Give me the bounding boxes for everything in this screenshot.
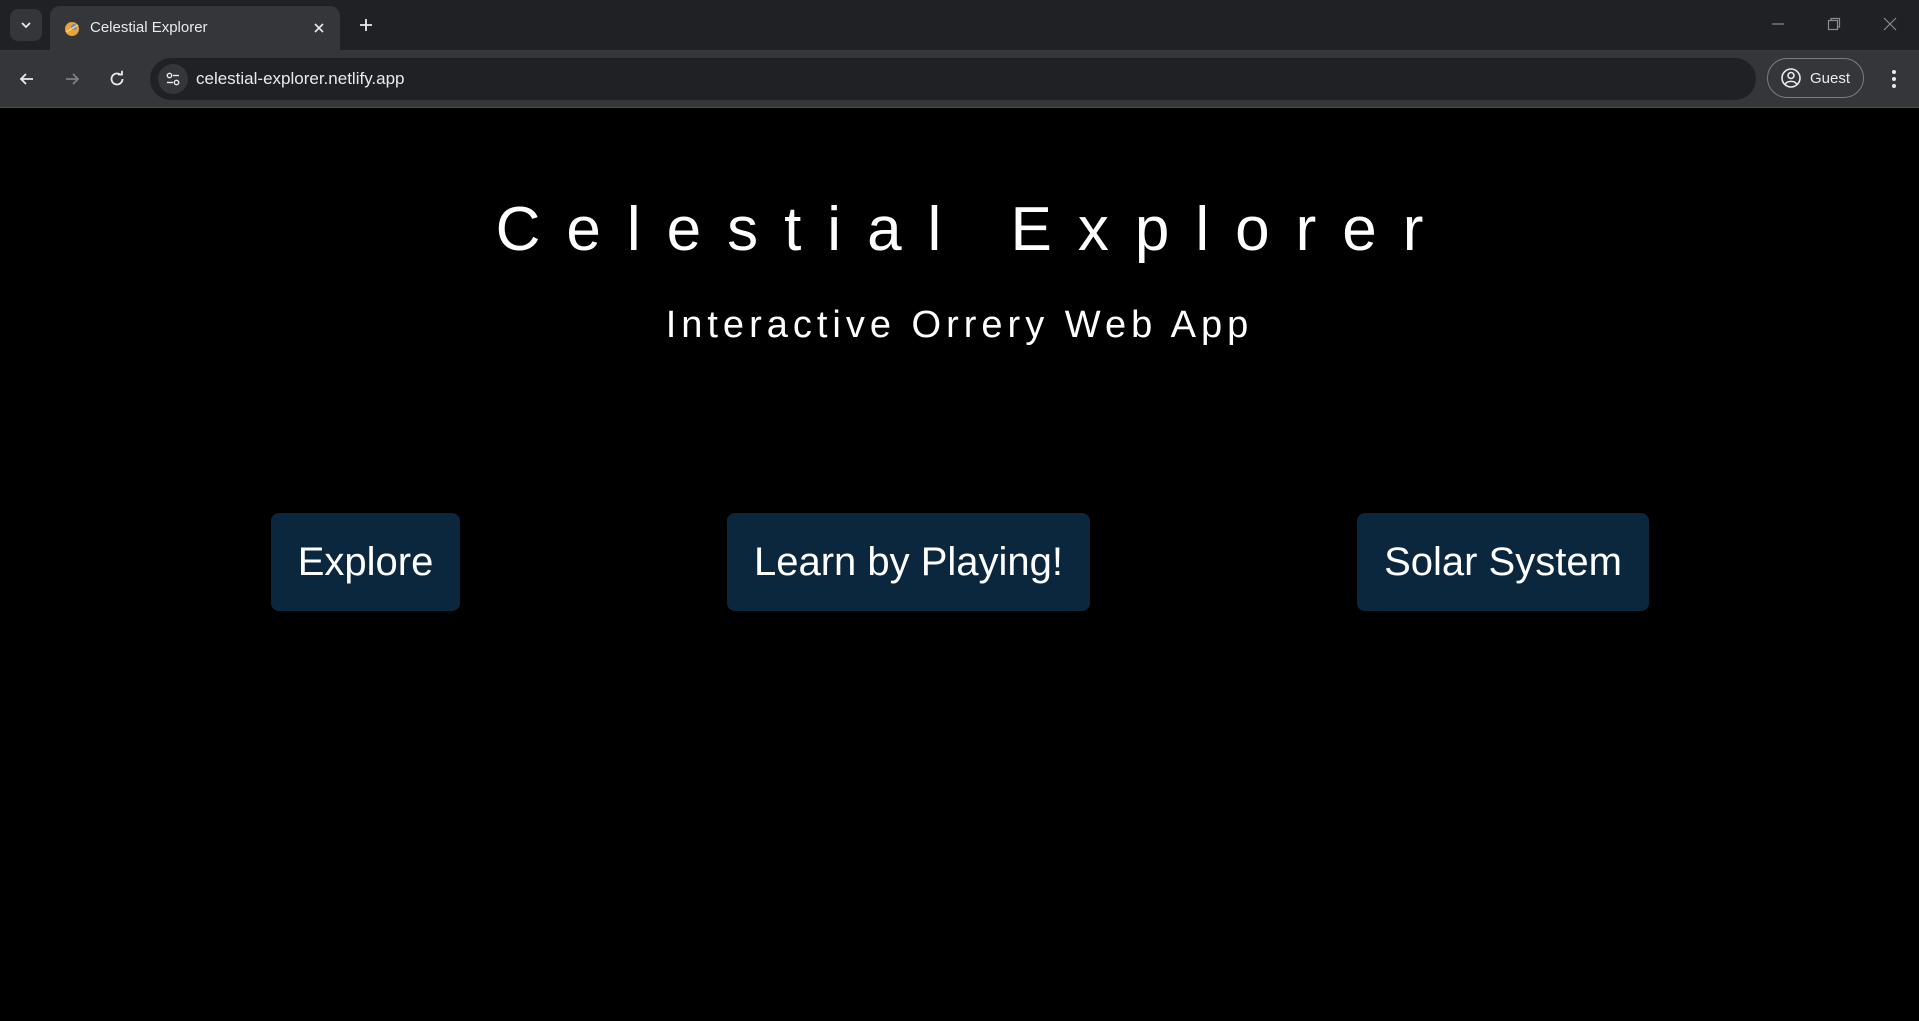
close-icon <box>1883 17 1897 31</box>
minimize-icon <box>1772 23 1784 25</box>
browser-toolbar: celestial-explorer.netlify.app Guest <box>0 50 1919 108</box>
restore-icon <box>1827 17 1841 31</box>
page-subtitle: Interactive Orrery Web App <box>665 304 1254 346</box>
tab-strip: Celestial Explorer <box>0 0 1919 50</box>
tab-search-button[interactable] <box>10 9 42 41</box>
browser-menu-button[interactable] <box>1878 63 1910 95</box>
solar-system-button[interactable]: Solar System <box>1357 513 1649 611</box>
page-title: Celestial Explorer <box>495 195 1450 264</box>
reload-button[interactable] <box>101 63 133 95</box>
explore-button[interactable]: Explore <box>271 513 460 611</box>
site-info-button[interactable] <box>158 64 188 94</box>
chevron-down-icon <box>21 22 31 29</box>
reload-icon <box>110 70 124 86</box>
celestial-favicon <box>65 22 79 36</box>
tune-icon <box>166 72 180 86</box>
arrow-right-icon <box>66 73 80 85</box>
tab-title: Celestial Explorer <box>90 19 208 36</box>
profile-button[interactable]: Guest <box>1767 58 1864 98</box>
restore-button[interactable] <box>1810 8 1858 40</box>
address-bar[interactable]: celestial-explorer.netlify.app <box>150 58 1756 100</box>
forward-button[interactable] <box>56 63 88 95</box>
new-tab-button[interactable] <box>352 11 380 39</box>
page-content: Celestial Explorer Interactive Orrery We… <box>0 108 1919 1021</box>
plus-icon <box>360 19 372 31</box>
close-window-button[interactable] <box>1866 8 1914 40</box>
close-icon <box>314 23 324 33</box>
account-circle-icon <box>1781 68 1801 88</box>
tab-close-button[interactable] <box>308 17 330 39</box>
back-button[interactable] <box>11 63 43 95</box>
url-text[interactable]: celestial-explorer.netlify.app <box>196 69 405 89</box>
arrow-left-icon <box>19 73 33 85</box>
browser-tab[interactable]: Celestial Explorer <box>50 6 340 50</box>
learn-by-playing-button[interactable]: Learn by Playing! <box>727 513 1090 611</box>
more-vert-icon <box>1892 70 1896 88</box>
minimize-button[interactable] <box>1754 8 1802 40</box>
profile-label: Guest <box>1810 69 1851 87</box>
